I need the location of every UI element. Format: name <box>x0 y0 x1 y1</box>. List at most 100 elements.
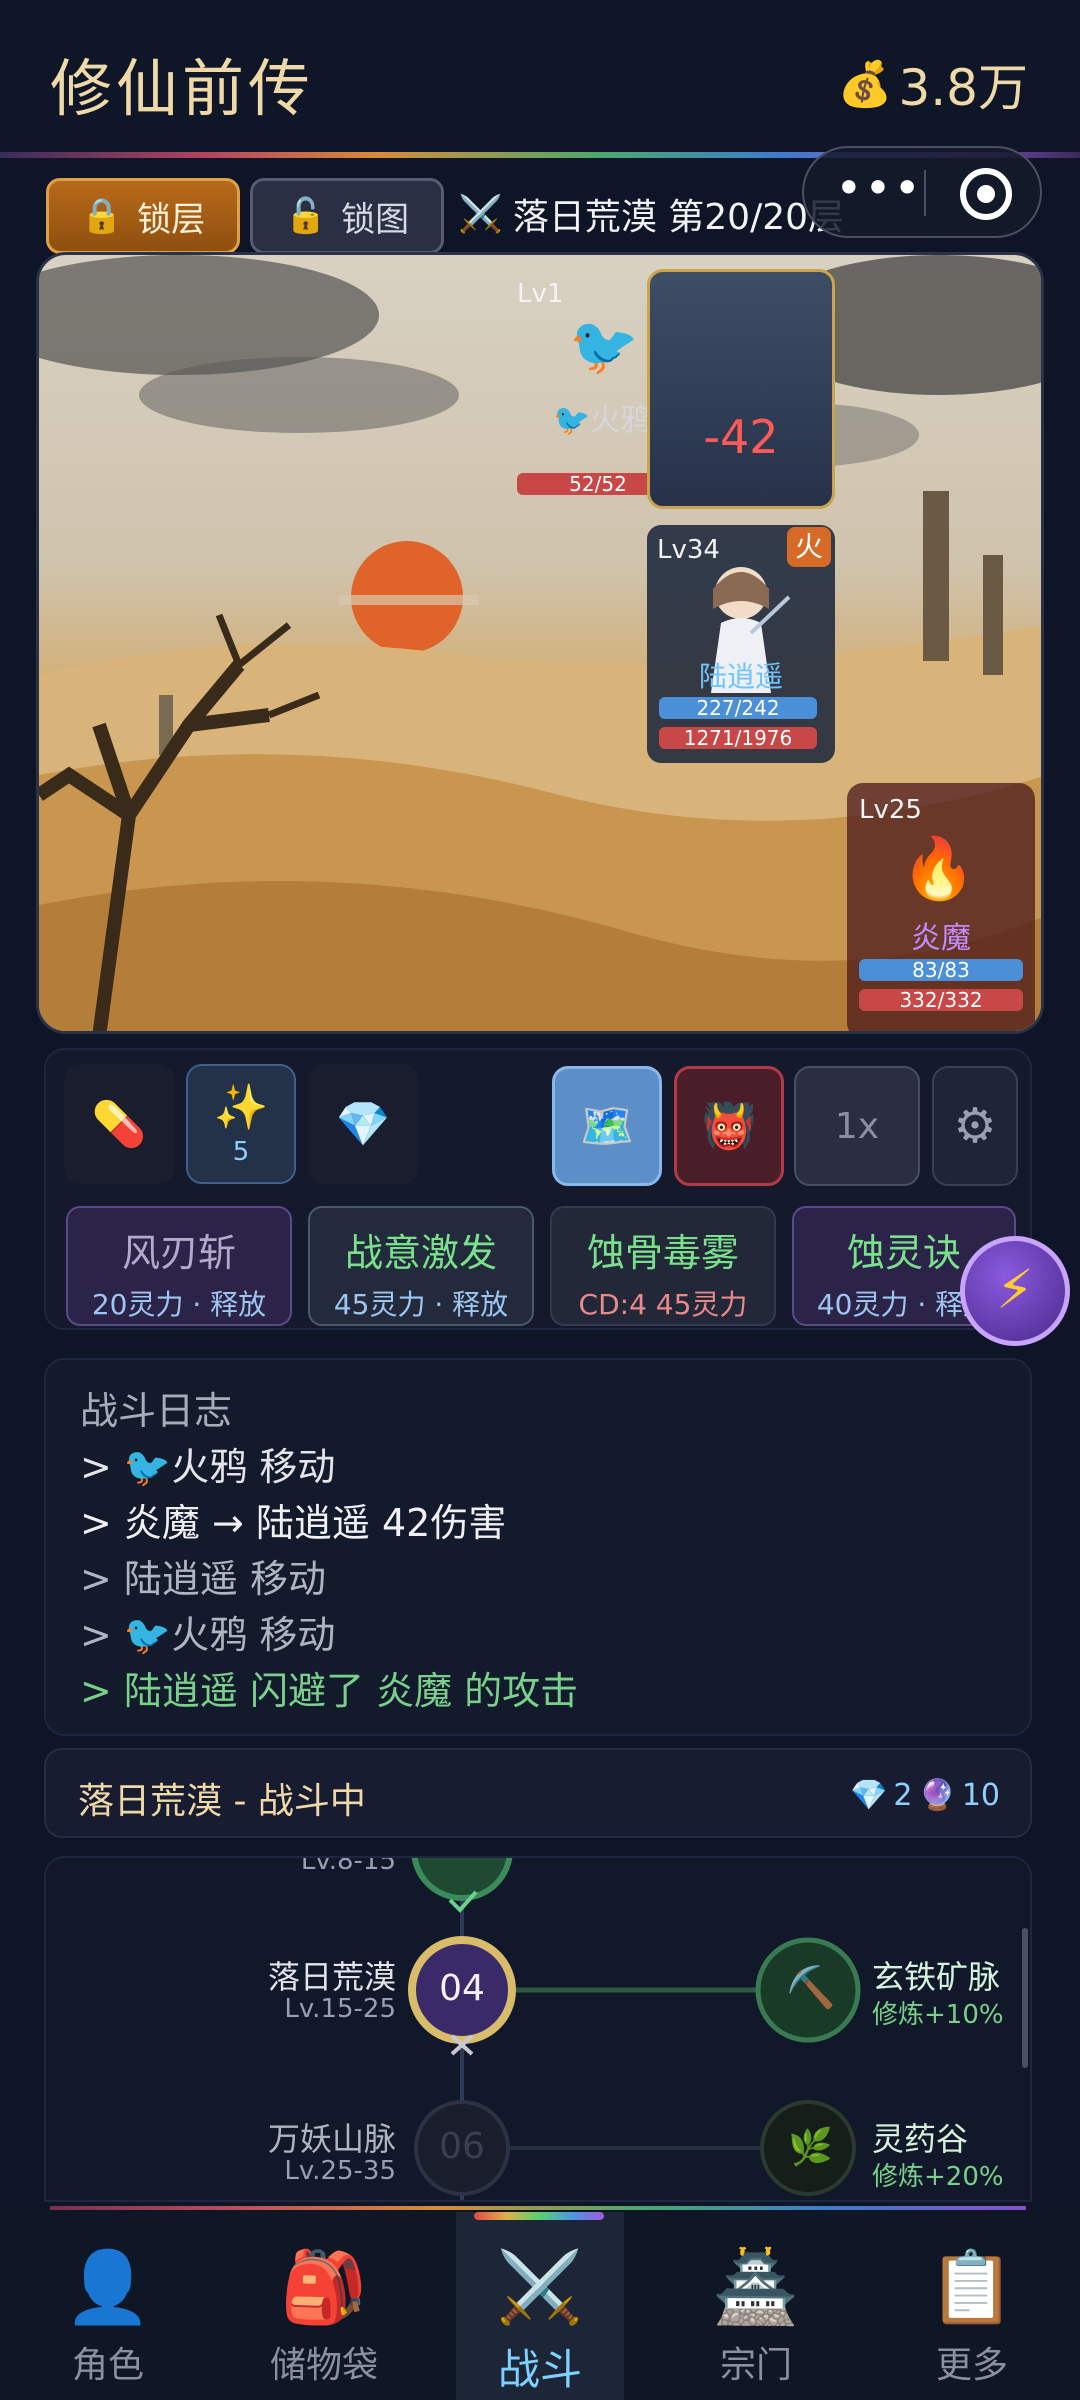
spark-count: 5 <box>232 1137 250 1167</box>
orb-count: 10 <box>961 1778 1000 1813</box>
crossed-swords-icon: ⚔️ <box>496 2246 584 2328</box>
nav-label: 战斗 <box>497 2345 582 2394</box>
skill-name: 风刃斩 <box>121 1231 236 1275</box>
nav-tab-character[interactable]: 👤 角色 <box>0 2212 216 2400</box>
nav-label: 更多 <box>935 2345 1008 2386</box>
map-scrollbar[interactable] <box>1022 1928 1028 2068</box>
nav-label: 角色 <box>71 2345 144 2386</box>
skill-button-2[interactable]: 战意激发 45灵力 · 释放 <box>308 1206 534 1326</box>
crow-small-icon: 🐦 <box>553 403 591 438</box>
region-level: Lv.15-25 <box>284 1994 396 2024</box>
hero-level: Lv34 <box>657 535 720 565</box>
fire-crow-icon[interactable]: 🐦 <box>569 313 639 379</box>
hero-name: 陆逍遥 <box>698 660 783 693</box>
boss-card[interactable]: Lv25 🔥 炎魔 83/83 332/332 <box>847 783 1035 1031</box>
unlock-icon: 🔓 <box>284 196 328 236</box>
pill-icon: 💊 <box>91 1099 147 1150</box>
enemy-crow-level: Lv1 <box>517 279 564 309</box>
nav-tab-sect[interactable]: 🏯 宗门 <box>648 2212 864 2400</box>
log-line: > 炎魔 → 陆逍遥 42伤害 <box>80 1501 507 1545</box>
skill-cost: 20灵力 · 释放 <box>91 1288 267 1321</box>
spark-item-slot[interactable]: ✨ 5 <box>186 1064 296 1184</box>
hero-card[interactable]: Lv34 火 陆逍遥 227/242 1271/1976 <box>647 525 835 763</box>
gem-icon: 💎 <box>850 1778 888 1813</box>
world-map-button[interactable]: 🗺️ <box>552 1066 662 1186</box>
world-map-icon: 🗺️ <box>579 1101 635 1152</box>
crossed-swords-icon: ⚔️ <box>458 194 503 235</box>
side-location-bonus: 修炼+10% <box>872 2000 1004 2030</box>
nav-tab-battle[interactable]: ⚔️ 战斗 <box>456 2212 624 2400</box>
castle-icon: 🏯 <box>712 2246 800 2328</box>
element-badge: 火 <box>787 527 831 567</box>
region-name: 万妖山脉 <box>267 2120 396 2158</box>
person-icon: 👤 <box>64 2246 152 2328</box>
currency-amount: 3.8万 <box>898 59 1028 117</box>
skill-panel: 💊 ✨ 5 💎 🗺️ 👹 1x ⚙ 风刃斩 20灵力 · 释放 战意激发 45灵… <box>44 1048 1032 1330</box>
battlefield: Lv1 🐦 🐦火鸦 52/52 -42 Lv34 火 陆逍遥 227/242 1… <box>36 252 1044 1034</box>
log-line: > 陆逍遥 移动 <box>80 1557 326 1601</box>
pill-item-slot[interactable]: 💊 <box>64 1064 174 1184</box>
fire-icon: 🔥 <box>901 834 976 904</box>
lock-floor-button[interactable]: 🔒 锁层 <box>46 178 240 254</box>
gem-item-slot[interactable]: 💎 <box>308 1064 418 1184</box>
side-location-name: 玄铁矿脉 <box>872 1958 1001 1996</box>
region-node-locked[interactable]: 06 <box>415 2126 509 2167</box>
crystal-ball-icon: 🔮 <box>918 1778 956 1813</box>
nav-tab-more[interactable]: 📋 更多 <box>864 2212 1080 2400</box>
region-map[interactable]: Lv.8-15 落日荒漠 Lv.15-25 04 万妖山脉 Lv.25-35 0… <box>44 1856 1032 2202</box>
demon-mode-button[interactable]: 👹 <box>674 1066 784 1186</box>
damage-card: -42 <box>647 269 835 509</box>
battle-log: 战斗日志 > 🐦火鸦 移动 > 炎魔 → 陆逍遥 42伤害 > 陆逍遥 移动 >… <box>44 1358 1032 1736</box>
lightning-action-button[interactable]: ⚡ <box>960 1236 1070 1346</box>
currency-display: 💰 3.8万 <box>838 48 1028 120</box>
lock-map-label: 锁图 <box>341 199 410 240</box>
nav-label: 宗门 <box>719 2345 792 2386</box>
prev-region-level: Lv.8-15 <box>300 1856 396 1876</box>
skill-button-1[interactable]: 风刃斩 20灵力 · 释放 <box>66 1206 292 1326</box>
stage-indicator: ⚔️ 落日荒漠 第20/20层 <box>458 188 844 240</box>
hero-mp-bar: 227/242 <box>659 697 817 719</box>
nav-tab-inventory[interactable]: 🎒 储物袋 <box>216 2212 432 2400</box>
damage-number: -42 <box>703 410 779 464</box>
app-title: 修仙前传 <box>50 52 315 125</box>
log-line: > 陆逍遥 闪避了 炎魔 的攻击 <box>80 1669 579 1713</box>
region-level: Lv.25-35 <box>284 2156 396 2186</box>
pickaxe-icon[interactable]: ⛏️ <box>786 1964 836 2011</box>
lightning-icon: ⚡ <box>996 1258 1034 1321</box>
lock-map-button[interactable]: 🔓 锁图 <box>250 178 444 254</box>
gem-icon: 💎 <box>335 1099 391 1150</box>
battle-status-bar: 落日荒漠 - 战斗中 💎 2 🔮 10 <box>44 1748 1032 1838</box>
demon-mask-icon: 👹 <box>701 1101 757 1152</box>
region-node-current[interactable]: 04 <box>415 1968 509 2009</box>
lock-icon: 🔒 <box>80 196 124 236</box>
battle-status-text: 落日荒漠 - 战斗中 <box>78 1781 366 1822</box>
skill-button-3[interactable]: 蚀骨毒雾 CD:4 45灵力 <box>550 1206 776 1326</box>
boss-mp-bar: 83/83 <box>859 959 1023 981</box>
enemy-crow-name: 🐦火鸦 <box>553 395 650 439</box>
battle-log-title: 战斗日志 <box>80 1389 233 1433</box>
money-bag-icon: 💰 <box>837 59 893 110</box>
reward-summary: 💎 2 🔮 10 <box>850 1778 1000 1813</box>
settings-button[interactable]: ⚙ <box>932 1066 1018 1186</box>
speed-button[interactable]: 1x <box>794 1066 920 1186</box>
stage-text: 落日荒漠 第20/20层 <box>512 197 845 238</box>
region-name: 落日荒漠 <box>267 1958 396 1996</box>
skill-name: 战意激发 <box>344 1231 497 1275</box>
skill-cooldown: CD:4 45灵力 <box>578 1288 748 1321</box>
gem-count: 2 <box>893 1778 913 1813</box>
close-miniprogram-icon[interactable] <box>960 168 1012 220</box>
enemy-crow-name-text: 火鸦 <box>590 403 651 438</box>
gear-icon: ⚙ <box>953 1098 997 1154</box>
more-options-icon[interactable]: ••• <box>834 165 924 218</box>
skill-name: 蚀骨毒雾 <box>586 1231 739 1275</box>
side-location-bonus: 修炼+20% <box>872 2162 1004 2192</box>
capsule-divider <box>924 170 926 216</box>
active-tab-indicator <box>474 2212 604 2220</box>
nav-divider <box>50 2206 1026 2210</box>
sparkles-icon: ✨ <box>213 1082 269 1133</box>
miniprogram-capsule: ••• <box>802 146 1042 238</box>
boss-level: Lv25 <box>859 795 922 825</box>
herb-icon[interactable]: 🌿 <box>788 2126 833 2168</box>
hero-hp-bar: 1271/1976 <box>659 727 817 749</box>
lock-floor-label: 锁层 <box>137 199 206 240</box>
